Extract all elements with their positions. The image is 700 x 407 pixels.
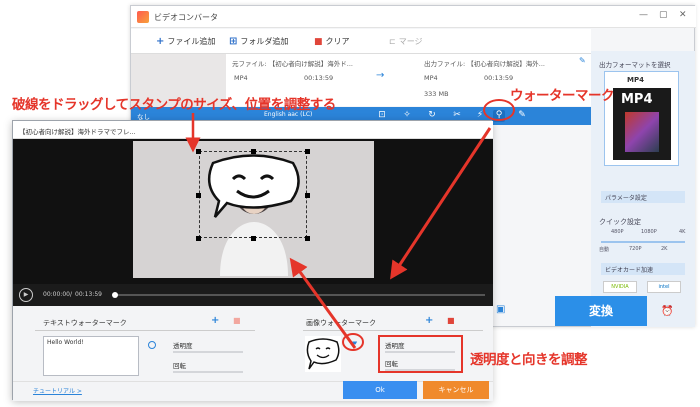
quality-tick-720: 720P	[629, 246, 642, 252]
seek-handle[interactable]	[112, 292, 118, 298]
arrow-icon: →	[376, 70, 385, 81]
delete-text-icon[interactable]: ■	[233, 316, 241, 325]
resize-handle-bl[interactable]	[196, 236, 201, 241]
video-preview	[13, 139, 493, 284]
divider	[35, 330, 255, 331]
alarm-icon[interactable]: ⏰	[661, 306, 673, 317]
add-file-label: ファイル追加	[167, 37, 216, 46]
seek-track[interactable]	[113, 294, 485, 296]
intel-badge: intel	[647, 281, 681, 293]
text-style-radio[interactable]	[148, 341, 156, 349]
quality-tick-auto: 自動	[599, 247, 610, 253]
resize-handle-tr[interactable]	[305, 149, 310, 154]
rotation-slider[interactable]	[173, 371, 243, 373]
clear-label: クリア	[325, 37, 350, 46]
cancel-button[interactable]: キャンセル	[423, 381, 489, 399]
merge-icon: ⊏	[389, 37, 396, 46]
out-format: MP4	[424, 74, 438, 82]
trash-icon: ■	[314, 36, 323, 47]
opacity-note: 透明度と向きを調整	[470, 352, 588, 368]
out-size: 333 MB	[424, 90, 449, 98]
watermark-text-input[interactable]: Hello World!	[43, 336, 139, 376]
clear-button[interactable]: ■ クリア	[314, 36, 350, 47]
folder-plus-icon: ⊞	[229, 36, 238, 47]
param-settings-label: パラメータ設定	[605, 195, 647, 202]
quality-tick-1080: 1080P	[641, 229, 657, 235]
video-frame	[133, 141, 374, 278]
dialog-title: 【初心者向け解説】海外ドラマでフレ...	[19, 128, 136, 136]
app-logo-icon	[137, 11, 149, 23]
choose-format-label: 出力フォーマットを選択	[599, 61, 671, 69]
quality-tick-480: 480P	[611, 229, 624, 235]
add-image-icon[interactable]: +	[425, 315, 433, 326]
text-watermark-label: テキストウォーターマーク	[43, 319, 127, 327]
merge-button[interactable]: ⊏ マージ	[389, 36, 423, 47]
resize-handle-l[interactable]	[196, 193, 201, 198]
param-settings-button[interactable]: パラメータ設定	[601, 191, 685, 203]
playback-bar: ▶ 00:00:00 / 00:13:59	[13, 284, 493, 306]
out-duration: 00:13:59	[484, 74, 514, 82]
add-text-icon[interactable]: +	[211, 315, 219, 326]
plus-icon: +	[156, 36, 165, 47]
output-folder-icon[interactable]: ▣	[496, 304, 505, 315]
src-format: MP4	[234, 74, 248, 82]
resize-handle-r[interactable]	[305, 193, 310, 198]
stamp-thumbnail[interactable]	[305, 336, 341, 372]
resize-handle-br[interactable]	[305, 236, 310, 241]
image-watermark-label: 画像ウォーターマーク	[306, 319, 376, 327]
watermark-icon-highlight	[483, 99, 515, 121]
delete-image-icon[interactable]: ■	[447, 316, 455, 325]
speech-bubble-stamp[interactable]	[203, 153, 303, 219]
opacity-slider[interactable]	[173, 351, 243, 353]
mp4-icon: MP4	[613, 88, 671, 160]
convert-button[interactable]: 変換	[555, 296, 647, 326]
drag-instruction-note: 破線をドラッグしてスタンプのサイズ、位置を調整する	[12, 97, 336, 113]
add-file-button[interactable]: + ファイル追加	[156, 36, 215, 47]
resize-handle-t[interactable]	[251, 149, 256, 154]
divider	[13, 381, 493, 382]
gpu-accel-toggle[interactable]: ビデオカード加速	[601, 263, 685, 275]
divider	[303, 330, 483, 331]
add-folder-label: フォルダ追加	[240, 37, 289, 46]
app-title: ビデオコンバータ	[154, 13, 218, 22]
ok-button[interactable]: Ok	[343, 381, 417, 399]
quality-tick-2k: 2K	[661, 246, 668, 252]
main-toolbar: + ファイル追加 ⊞ フォルダ追加 ■ クリア ⊏ マージ	[131, 29, 591, 54]
title-bar: ビデオコンバータ — ▢ ✕	[131, 6, 696, 28]
minimize-icon[interactable]: —	[639, 10, 648, 20]
maximize-icon[interactable]: ▢	[659, 10, 668, 20]
nvidia-badge: NVIDIA	[603, 281, 637, 293]
opacity-rotation-highlight	[378, 335, 463, 373]
time-separator: /	[70, 291, 73, 298]
resize-handle-tl[interactable]	[196, 149, 201, 154]
rotation-label: 回転	[173, 362, 186, 370]
format-card[interactable]: MP4 MP4	[604, 71, 679, 166]
source-file-label: 元ファイル: 【初心者向け解説】海外ド...	[232, 60, 353, 68]
time-current: 00:00:00	[43, 291, 70, 298]
quick-settings-label: クイック設定	[599, 218, 641, 226]
opacity-label: 透明度	[173, 342, 193, 350]
tutorial-link[interactable]: チュートリアル >	[33, 386, 82, 395]
play-icon[interactable]: ▶	[19, 288, 33, 302]
format-name: MP4	[627, 76, 644, 84]
time-total: 00:13:59	[75, 291, 102, 298]
quality-slider[interactable]	[601, 241, 685, 243]
output-file-label: 出力ファイル: 【初心者向け解説】海外...	[424, 60, 545, 68]
add-folder-button[interactable]: ⊞ フォルダ追加	[229, 36, 288, 47]
subtitle-edit-icon[interactable]: ✎	[516, 110, 528, 122]
src-duration: 00:13:59	[304, 74, 334, 82]
dialog-title-bar: 【初心者向け解説】海外ドラマでフレ...	[13, 121, 493, 139]
merge-label: マージ	[398, 37, 423, 46]
quality-tick-4k: 4K	[679, 229, 686, 235]
watermark-note: ウォーターマーク	[510, 88, 615, 104]
gpu-accel-label: ビデオカード加速	[605, 267, 654, 274]
resize-handle-b[interactable]	[251, 236, 256, 241]
folder-highlight	[342, 333, 364, 351]
close-icon[interactable]: ✕	[679, 10, 687, 20]
edit-icon[interactable]: ✎	[579, 56, 586, 65]
